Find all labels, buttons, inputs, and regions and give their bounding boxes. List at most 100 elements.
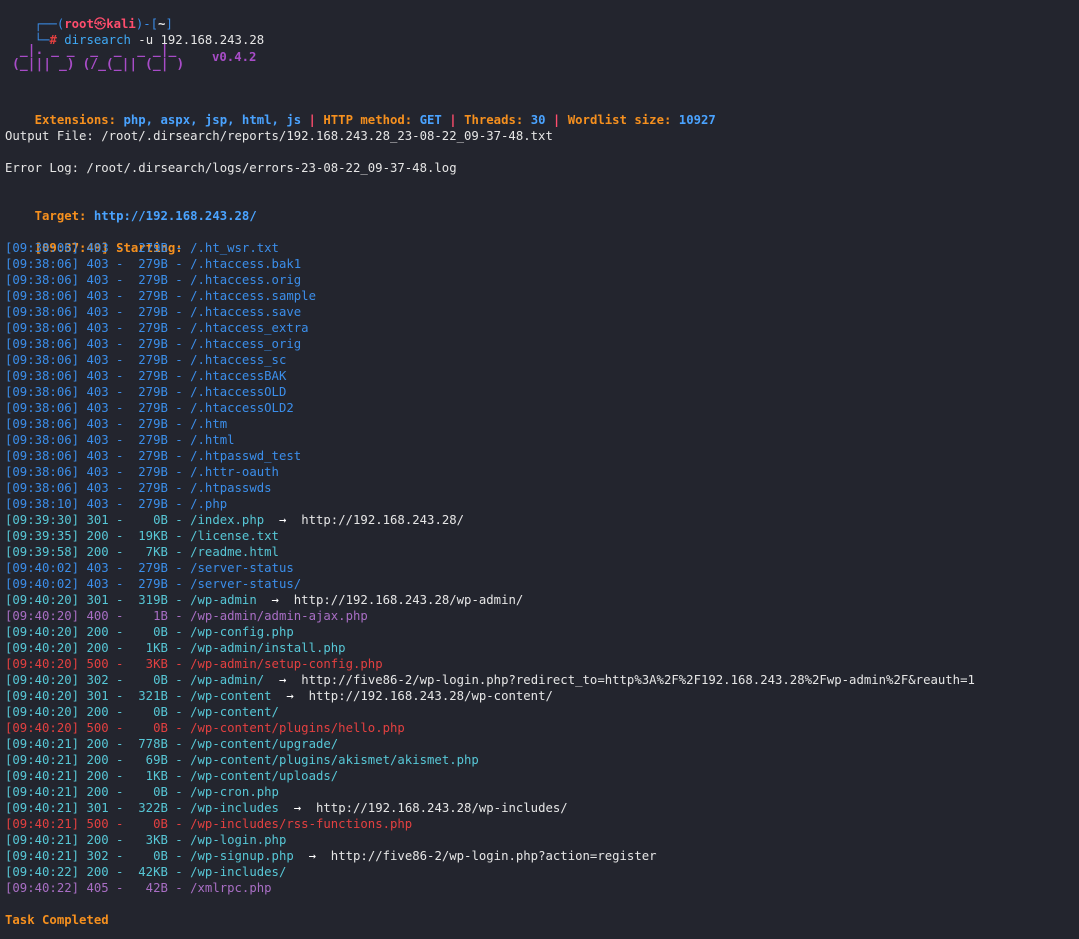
result-time: [09:40:21]	[5, 833, 87, 847]
result-path: /wp-content/plugins/hello.php	[190, 721, 405, 735]
result-path: /wp-config.php	[190, 625, 294, 639]
result-redirect-url: http://five86-2/wp-login.php?action=regi…	[330, 849, 657, 863]
result-path: /wp-includes	[190, 801, 279, 815]
result-status-code: 500 -	[86, 721, 131, 735]
result-size: 279B	[130, 417, 168, 431]
result-status-code: 403 -	[86, 385, 131, 399]
result-time: [09:40:20]	[5, 625, 87, 639]
result-path: /wp-login.php	[190, 833, 287, 847]
result-time: [09:40:21]	[5, 737, 87, 751]
result-size: 0B	[130, 625, 168, 639]
result-status-code: 301 -	[86, 689, 131, 703]
result-row: [09:40:20] 400 - 1B - /wp-admin/admin-aj…	[5, 609, 368, 623]
result-path: /wp-signup.php	[190, 849, 294, 863]
result-size: 0B	[130, 513, 168, 527]
result-status-code: 500 -	[86, 817, 131, 831]
result-path: /server-status/	[190, 577, 302, 591]
output-file-line: Output File: /root/.dirsearch/reports/19…	[5, 129, 553, 143]
result-time: [09:40:21]	[5, 753, 87, 767]
result-status-code: 403 -	[86, 433, 131, 447]
result-path: /.htaccess_orig	[190, 337, 302, 351]
result-path: /.html	[190, 433, 235, 447]
result-row: [09:40:21] 200 - 69B - /wp-content/plugi…	[5, 753, 479, 767]
result-row: [09:40:21] 200 - 3KB - /wp-login.php	[5, 833, 287, 847]
result-path: /.htaccess.orig	[190, 273, 302, 287]
result-path: /.php	[190, 497, 228, 511]
result-status-code: 200 -	[86, 833, 131, 847]
result-path: /wp-admin	[190, 593, 257, 607]
result-status-code: 301 -	[86, 513, 131, 527]
result-size: 279B	[130, 241, 168, 255]
result-status-code: 403 -	[86, 369, 131, 383]
result-path: /.htaccess_sc	[190, 353, 287, 367]
result-size: 279B	[130, 465, 168, 479]
result-row: [09:40:22] 405 - 42B - /xmlrpc.php	[5, 881, 272, 895]
result-status-code: 403 -	[86, 401, 131, 415]
result-size: 322B	[130, 801, 168, 815]
result-path: /.htpasswd_test	[190, 449, 302, 463]
result-row: [09:40:20] 500 - 0B - /wp-content/plugin…	[5, 721, 405, 735]
result-path: /readme.html	[190, 545, 279, 559]
result-status-code: 200 -	[86, 737, 131, 751]
result-status-code: 500 -	[86, 657, 131, 671]
result-path: /wp-cron.php	[190, 785, 279, 799]
result-row: [09:39:58] 200 - 7KB - /readme.html	[5, 545, 279, 559]
result-time: [09:38:06]	[5, 257, 87, 271]
result-size: 1KB	[130, 641, 168, 655]
result-redirect-url: http://192.168.243.28/	[301, 513, 465, 527]
result-status-code: 403 -	[86, 257, 131, 271]
result-status-code: 403 -	[86, 289, 131, 303]
result-status-code: 301 -	[86, 801, 131, 815]
result-size: 279B	[130, 369, 168, 383]
result-time: [09:38:06]	[5, 241, 87, 255]
result-time: [09:38:06]	[5, 481, 87, 495]
result-size: 3KB	[130, 657, 168, 671]
result-row: [09:38:06] 403 - 279B - /.htpasswd_test	[5, 449, 302, 463]
terminal-window[interactable]: ┌──(root㉿kali)-[~] └─# dirsearch -u 192.…	[0, 0, 1079, 939]
result-row: [09:40:22] 200 - 42KB - /wp-includes/	[5, 865, 287, 879]
dirsearch-banner-logo: _|. _ _ _ _ _ _|_ (_||| _) (/_(_|| (_| )	[12, 43, 185, 72]
result-time: [09:40:20]	[5, 593, 87, 607]
result-time: [09:38:06]	[5, 449, 87, 463]
result-row: [09:38:06] 403 - 279B - /.htaccess_sc	[5, 353, 287, 367]
result-size: 42B	[130, 881, 168, 895]
result-row: [09:40:21] 500 - 0B - /wp-includes/rss-f…	[5, 817, 413, 831]
result-time: [09:40:21]	[5, 801, 87, 815]
result-time: [09:38:10]	[5, 497, 87, 511]
result-row: [09:38:06] 403 - 279B - /.htaccessOLD2	[5, 401, 294, 415]
result-row: [09:38:06] 403 - 279B - /.htaccess_orig	[5, 337, 302, 351]
result-size: 1KB	[130, 769, 168, 783]
result-time: [09:39:30]	[5, 513, 87, 527]
result-path: /.htaccessOLD	[190, 385, 287, 399]
result-row: [09:39:30] 301 - 0B - /index.php → http:…	[5, 513, 465, 527]
result-path: /.htpasswds	[190, 481, 272, 495]
result-size: 279B	[130, 577, 168, 591]
redirect-arrow-icon: →	[271, 689, 309, 703]
result-size: 279B	[130, 561, 168, 575]
result-status-code: 403 -	[86, 561, 131, 575]
result-path: /wp-includes/	[190, 865, 287, 879]
result-redirect-url: http://192.168.243.28/wp-includes/	[315, 801, 568, 815]
result-status-code: 200 -	[86, 865, 131, 879]
result-row: [09:40:20] 200 - 0B - /wp-config.php	[5, 625, 294, 639]
result-size: 279B	[130, 449, 168, 463]
result-row: [09:40:20] 500 - 3KB - /wp-admin/setup-c…	[5, 657, 383, 671]
version-label: v0.4.2	[212, 50, 257, 64]
result-path: /wp-content/plugins/akismet/akismet.php	[190, 753, 479, 767]
result-time: [09:38:06]	[5, 385, 87, 399]
command-line: └─# dirsearch -u 192.168.243.28	[34, 33, 265, 47]
result-status-code: 405 -	[86, 881, 131, 895]
result-path: /index.php	[190, 513, 265, 527]
prompt-line: ┌──(root㉿kali)-[~]	[34, 17, 173, 31]
result-time: [09:39:58]	[5, 545, 87, 559]
result-row: [09:40:20] 301 - 321B - /wp-content → ht…	[5, 689, 553, 703]
result-row: [09:39:35] 200 - 19KB - /license.txt	[5, 529, 279, 543]
result-row: [09:38:06] 403 - 279B - /.httr-oauth	[5, 465, 279, 479]
result-size: 279B	[130, 337, 168, 351]
result-status-code: 403 -	[86, 481, 131, 495]
result-size: 42KB	[130, 865, 168, 879]
result-redirect-url: http://192.168.243.28/wp-content/	[308, 689, 553, 703]
result-row: [09:38:06] 403 - 279B - /.htaccess.bak1	[5, 257, 302, 271]
result-time: [09:40:20]	[5, 609, 87, 623]
result-row: [09:40:02] 403 - 279B - /server-status/	[5, 577, 302, 591]
